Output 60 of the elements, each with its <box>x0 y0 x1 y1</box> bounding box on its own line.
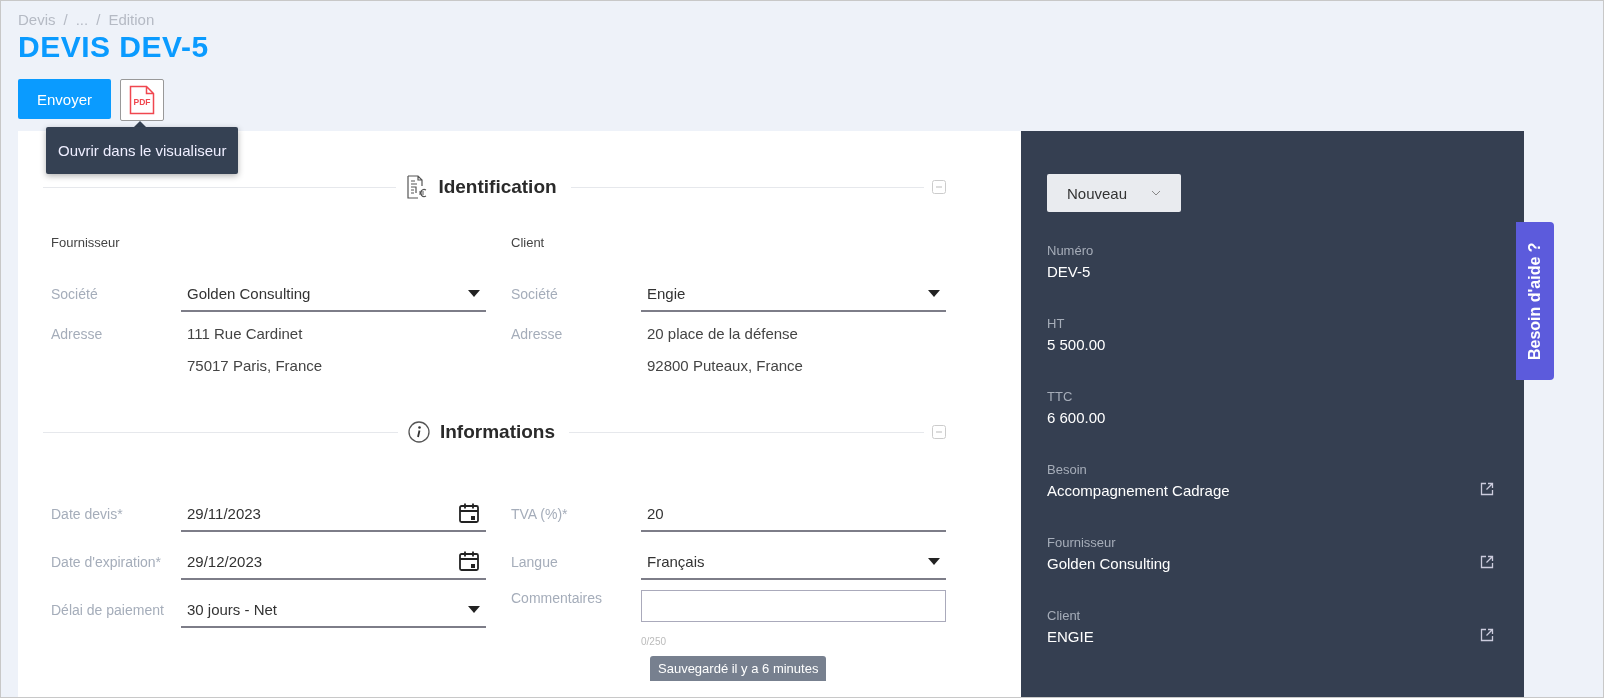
column-heading: Client <box>511 235 546 250</box>
section-title: Identification <box>438 176 558 198</box>
date-field[interactable]: 29/12/2023 <box>181 544 486 580</box>
company-select[interactable]: Engie <box>641 276 946 312</box>
detail-label: Fournisseur <box>1047 535 1117 550</box>
status-dropdown[interactable]: Nouveau <box>1047 174 1182 212</box>
field-label: Délai de paiement <box>51 602 165 618</box>
date-field[interactable]: 29/11/2023 <box>181 496 486 532</box>
field-label: Date d'expiration* <box>51 554 163 570</box>
select-field[interactable]: 30 jours - Net <box>181 592 486 628</box>
breadcrumb-separator: / <box>63 11 68 28</box>
field-label: Date devis* <box>51 506 124 522</box>
detail-value: Accompagnement Cadrage <box>1047 482 1230 499</box>
comment-field[interactable] <box>641 590 946 622</box>
character-counter: 0/250 <box>641 636 668 647</box>
external-link-icon[interactable] <box>1480 482 1494 496</box>
detail-label: Client <box>1047 608 1082 623</box>
column-heading: Fournisseur <box>51 235 121 250</box>
detail-label: TTC <box>1047 389 1074 404</box>
field-label: Commentaires <box>511 590 604 606</box>
tooltip-arrow <box>134 121 146 127</box>
detail-value: Golden Consulting <box>1047 555 1171 572</box>
field-label: Société <box>511 286 559 302</box>
address-line: 75017 Paris, France <box>186 356 324 376</box>
detail-value: DEV-5 <box>1047 263 1092 280</box>
field-label: Adresse <box>511 325 564 344</box>
address-line: 20 place de la défense <box>646 324 799 344</box>
caret-icon <box>468 289 480 297</box>
pdf-button[interactable]: PDF <box>120 79 165 121</box>
address-line: 92800 Puteaux, France <box>646 356 804 376</box>
calendar-icon[interactable] <box>458 550 480 572</box>
detail-label: HT <box>1047 316 1066 331</box>
detail-value: 5 500.00 <box>1047 336 1106 353</box>
help-tab[interactable]: Besoin d'aide ? <box>1516 222 1554 380</box>
detail-value: ENGIE <box>1047 628 1094 645</box>
external-link-icon[interactable] <box>1480 555 1494 569</box>
field-label: TVA (%)* <box>511 506 569 522</box>
detail-value: 6 600.00 <box>1047 409 1106 426</box>
tooltip: Ouvrir dans le visualiseur <box>46 127 239 174</box>
address-line: 111 Rue Cardinet <box>186 324 304 344</box>
external-link-icon[interactable] <box>1480 628 1494 642</box>
caret-icon <box>468 605 480 613</box>
field-label: Adresse <box>51 325 104 344</box>
detail-label: Besoin <box>1047 462 1088 477</box>
caret-icon <box>928 557 940 565</box>
field-label: Langue <box>511 554 559 570</box>
input-field[interactable]: 20 <box>641 496 946 532</box>
info-icon <box>407 421 430 443</box>
calendar-icon[interactable] <box>458 502 480 524</box>
breadcrumb-separator: / <box>96 11 101 28</box>
caret-icon <box>928 289 940 297</box>
page-title: DEVIS DEV-5 <box>18 30 210 64</box>
select-field[interactable]: Français <box>641 544 946 580</box>
save-status-toast: Sauvegardé il y a 6 minutes <box>650 656 827 681</box>
chevron-down-icon <box>1151 190 1162 196</box>
detail-label: Numéro <box>1047 243 1094 258</box>
section-title: Informations <box>439 421 557 443</box>
field-label: Société <box>51 286 99 302</box>
invoice-icon <box>406 175 429 199</box>
company-select[interactable]: Golden Consulting <box>181 276 486 312</box>
